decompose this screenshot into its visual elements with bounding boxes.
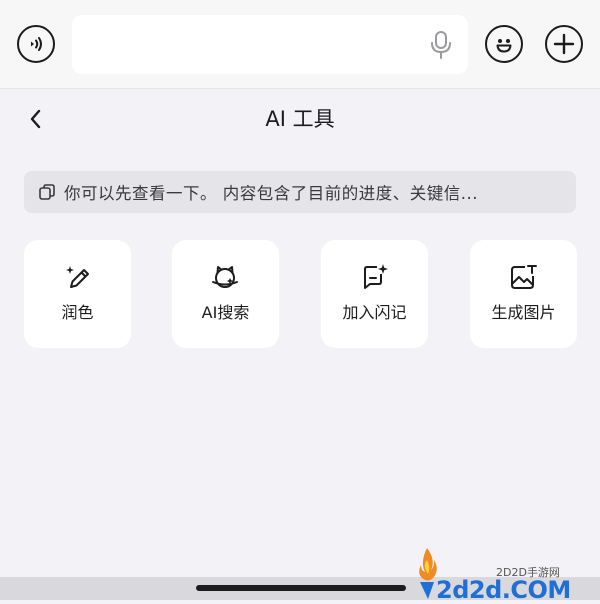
message-input[interactable] [86,29,420,61]
chevron-left-icon [30,109,41,129]
tool-flash-note[interactable]: 加入闪记 [321,240,428,348]
page-title: AI 工具 [265,107,335,131]
plus-button[interactable] [545,25,583,63]
copy-icon [38,183,56,201]
voice-icon [31,37,42,51]
back-button[interactable] [22,105,50,133]
tool-label: AI搜索 [201,303,250,322]
magic-pen-icon [61,261,93,293]
watermark: 2D2D手游网 2d2d.COM [414,546,594,604]
voice-input-button[interactable] [17,25,55,63]
tool-ai-search[interactable]: AI搜索 [172,240,279,348]
tool-generate-image[interactable]: 生成图片 [470,240,577,348]
generate-image-icon [507,261,539,293]
tool-label: 润色 [61,303,94,322]
quoted-text: 你可以先查看一下。 内容包含了目前的进度、关键信... [64,184,478,203]
emoji-icon [496,39,512,53]
home-indicator[interactable] [196,585,406,591]
ai-search-icon [209,261,241,293]
tool-polish[interactable]: 润色 [24,240,131,348]
tool-label: 加入闪记 [342,303,407,322]
microphone-icon[interactable] [429,30,453,60]
flash-note-icon [358,261,390,293]
panel-header: AI 工具 [0,89,600,149]
ai-tools-grid: 润色 AI搜索 加入闪记 生成图片 [24,240,577,348]
tool-label: 生成图片 [491,303,556,322]
message-input-box[interactable] [72,15,468,74]
quoted-text-box: 你可以先查看一下。 内容包含了目前的进度、关键信... [24,171,576,213]
emoji-button[interactable] [485,25,523,63]
input-toolbar [0,0,600,89]
plus-icon [553,33,575,55]
